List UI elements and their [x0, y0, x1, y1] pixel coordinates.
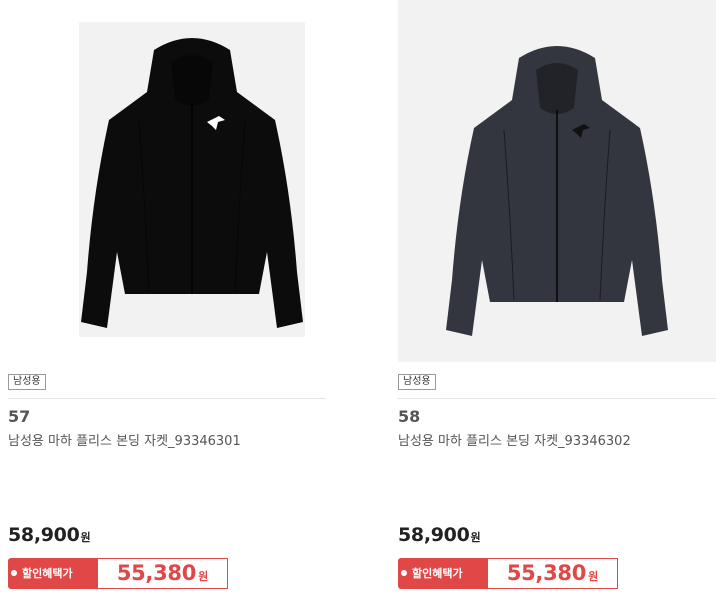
gender-badge: 남성용: [8, 374, 46, 390]
discount-price: 55,380 원: [488, 558, 618, 589]
currency-unit: 원: [588, 570, 599, 583]
discount-price-value: 55,380: [506, 561, 587, 585]
currency-unit: 원: [80, 531, 91, 544]
product-image[interactable]: [79, 22, 305, 337]
product-name[interactable]: 남성용 마하 플리스 본딩 자켓_93346302: [398, 430, 631, 449]
jacket-image: [446, 46, 668, 336]
discount-label-text: 할인혜택가: [412, 567, 463, 580]
product-card[interactable]: 남성용 58 남성용 마하 플리스 본딩 자켓_93346302 58,900원…: [398, 0, 716, 610]
discount-price-value: 55,380: [116, 561, 197, 585]
discount-label-text: 할인혜택가: [22, 567, 73, 580]
dot-icon: [11, 570, 17, 576]
rank-number: 57: [8, 407, 31, 426]
jacket-image: [81, 38, 303, 328]
price-value: 58,900: [8, 524, 80, 546]
original-price: 58,900원: [398, 524, 481, 546]
gender-badge: 남성용: [398, 374, 436, 390]
discount-label: 할인혜택가: [8, 558, 98, 589]
currency-unit: 원: [198, 570, 209, 583]
dot-icon: [401, 570, 407, 576]
discount-price-box: 할인혜택가 55,380 원: [8, 558, 228, 589]
original-price: 58,900원: [8, 524, 91, 546]
price-value: 58,900: [398, 524, 470, 546]
discount-price-box: 할인혜택가 55,380 원: [398, 558, 618, 589]
product-image[interactable]: [398, 0, 716, 362]
discount-price: 55,380 원: [98, 558, 228, 589]
product-name[interactable]: 남성용 마하 플리스 본딩 자켓_93346301: [8, 430, 241, 449]
rank-number: 58: [398, 407, 421, 426]
product-card[interactable]: 남성용 57 남성용 마하 플리스 본딩 자켓_93346301 58,900원…: [8, 0, 328, 610]
currency-unit: 원: [470, 531, 481, 544]
divider: [8, 398, 326, 399]
divider: [398, 398, 716, 399]
discount-label: 할인혜택가: [398, 558, 488, 589]
